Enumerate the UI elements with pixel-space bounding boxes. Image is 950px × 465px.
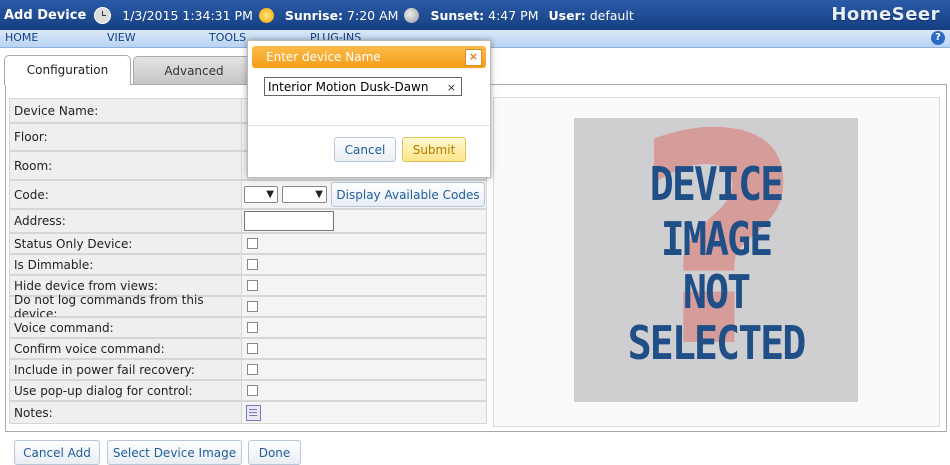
code-label: Code: — [9, 180, 242, 209]
user-name: default — [589, 7, 634, 23]
code-select-1[interactable]: ▼ — [244, 186, 278, 203]
image-text-line1: DEVICE — [649, 158, 785, 212]
tab-advanced[interactable]: Advanced — [133, 56, 255, 85]
no-log-label: Do not log commands from this device: — [9, 293, 242, 321]
datetime: 1/3/2015 1:34:31 PM — [122, 7, 253, 23]
dialog-separator — [248, 125, 490, 126]
moon-icon — [404, 7, 420, 23]
device-image-placeholder: ? DEVICE IMAGE NOT SELECTED — [574, 118, 858, 402]
hide-checkbox[interactable] — [247, 280, 258, 291]
room-label: Room: — [9, 151, 242, 180]
no-log-checkbox[interactable] — [247, 301, 258, 312]
code-select-2[interactable]: ▼ — [282, 186, 327, 203]
dimmable-value — [241, 254, 487, 275]
user: User: default — [549, 8, 634, 23]
display-codes-button[interactable]: Display Available Codes — [331, 182, 485, 207]
dialog-header: Enter device Name × — [252, 46, 486, 68]
sun-icon — [258, 7, 274, 23]
address-value — [241, 209, 487, 233]
clock-icon — [94, 6, 112, 24]
dialog-submit-button[interactable]: Submit — [402, 137, 466, 162]
device-name-dialog: Enter device Name × Interior Motion Dusk… — [247, 40, 491, 178]
floor-label: Floor: — [9, 123, 242, 151]
code-value: ▼ ▼ Display Available Codes — [241, 180, 487, 209]
power-fail-label: Include in power fail recovery: — [9, 359, 242, 380]
image-text-line4: SELECTED — [627, 317, 807, 371]
no-log-value — [241, 296, 487, 317]
sunset-label: Sunset: — [430, 7, 485, 23]
menu-view[interactable]: VIEW — [107, 31, 136, 44]
notes-icon[interactable] — [246, 404, 261, 421]
voice-value — [241, 317, 487, 338]
voice-label: Voice command: — [9, 317, 242, 338]
row-no-log: Do not log commands from this device: — [9, 293, 487, 321]
notes-value — [241, 401, 487, 424]
user-label: User: — [548, 7, 586, 23]
popup-checkbox[interactable] — [247, 385, 258, 396]
popup-label: Use pop-up dialog for control: — [9, 380, 242, 401]
done-button[interactable]: Done — [248, 440, 301, 465]
title-bar: Add Device 1/3/2015 1:34:31 PM Sunrise: … — [0, 0, 950, 30]
dialog-title: Enter device Name — [266, 50, 381, 64]
confirm-voice-checkbox[interactable] — [247, 343, 258, 354]
row-dimmable: Is Dimmable: — [9, 254, 487, 275]
homeseer-logo: HomeSeer — [831, 4, 940, 25]
image-text-line3: NOT — [682, 266, 751, 320]
sunrise-time: 7:20 AM — [347, 7, 399, 23]
hide-value — [241, 275, 487, 296]
tab-configuration[interactable]: Configuration — [4, 55, 131, 85]
sunset-time: 4:47 PM — [488, 7, 539, 23]
row-power-fail: Include in power fail recovery: — [9, 359, 487, 380]
row-status-only: Status Only Device: — [9, 233, 487, 254]
notes-label: Notes: — [9, 401, 242, 424]
device-name-label: Device Name: — [9, 98, 242, 123]
power-fail-value — [241, 359, 487, 380]
address-label: Address: — [9, 209, 242, 233]
status-only-label: Status Only Device: — [9, 233, 242, 254]
confirm-voice-label: Confirm voice command: — [9, 338, 242, 359]
row-confirm-voice: Confirm voice command: — [9, 338, 487, 359]
dimmable-checkbox[interactable] — [247, 259, 258, 270]
image-text-line2: IMAGE — [660, 213, 773, 267]
status-only-value — [241, 233, 487, 254]
clear-input-icon[interactable]: × — [447, 78, 456, 97]
status-only-checkbox[interactable] — [247, 238, 258, 249]
device-name-input-value: Interior Motion Dusk-Dawn — [268, 80, 429, 94]
select-device-image-button[interactable]: Select Device Image — [107, 440, 242, 465]
popup-value — [241, 380, 487, 401]
sunrise-label: Sunrise: — [284, 7, 344, 23]
menu-tools[interactable]: TOOLS — [209, 31, 246, 44]
page-title: Add Device — [4, 7, 87, 23]
sunrise: Sunrise: 7:20 AM — [285, 8, 399, 23]
power-fail-checkbox[interactable] — [247, 364, 258, 375]
close-icon[interactable]: × — [465, 49, 482, 66]
row-code: Code: ▼ ▼ Display Available Codes — [9, 180, 487, 209]
cancel-add-button[interactable]: Cancel Add — [14, 440, 100, 465]
row-notes: Notes: — [9, 401, 487, 424]
help-icon[interactable]: ? — [931, 31, 945, 45]
device-name-input[interactable]: Interior Motion Dusk-Dawn × — [264, 77, 462, 96]
menu-home[interactable]: HOME — [5, 31, 38, 44]
dimmable-label: Is Dimmable: — [9, 254, 242, 275]
row-popup: Use pop-up dialog for control: — [9, 380, 487, 401]
row-voice: Voice command: — [9, 317, 487, 338]
voice-checkbox[interactable] — [247, 322, 258, 333]
sunset: Sunset: 4:47 PM — [430, 8, 538, 23]
dialog-cancel-button[interactable]: Cancel — [334, 137, 396, 162]
address-input[interactable] — [244, 211, 334, 231]
confirm-voice-value — [241, 338, 487, 359]
row-address: Address: — [9, 209, 487, 233]
